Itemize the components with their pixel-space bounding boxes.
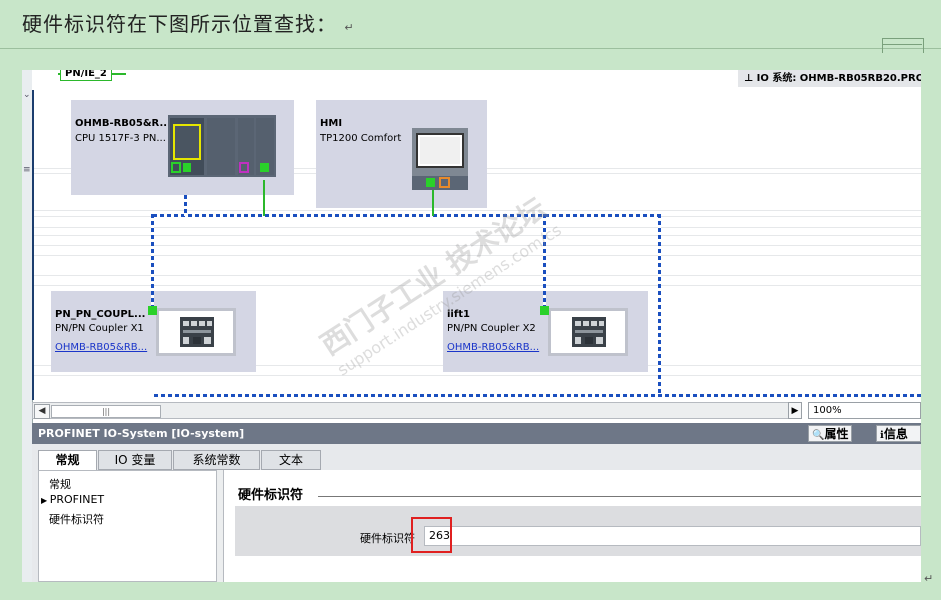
- inspector-nav: 常规 ▶ PROFINET 硬件标识符: [38, 470, 218, 582]
- document-frame-mark: [882, 38, 924, 53]
- paragraph-mark: ↵: [344, 21, 355, 34]
- grid-line: [32, 235, 921, 236]
- io-system-link[interactable]: OHMB-RB05&RB...: [55, 342, 147, 353]
- hardware-id-field[interactable]: 263: [424, 526, 921, 546]
- profinet-io-system-line[interactable]: [153, 214, 661, 217]
- ethernet-line-plc[interactable]: [263, 180, 265, 216]
- document-frame-mark-line: [882, 44, 922, 45]
- device-image-frame: [156, 308, 236, 356]
- tia-screenshot: ⌄ ≡ PN/IE_2 ⊥ IO 系统: OHMB-RB05RB20.PRO O…: [22, 70, 921, 582]
- grid-line: [32, 375, 921, 376]
- grid-line: [32, 210, 921, 211]
- subnet-label[interactable]: PN/IE_2: [60, 70, 112, 81]
- grid-line: [32, 285, 921, 286]
- tab-general[interactable]: 常规: [38, 450, 97, 471]
- profinet-drop-x2[interactable]: [543, 214, 546, 308]
- device-subtitle: CPU 1517F-3 PN...: [75, 133, 166, 144]
- scroll-thumb[interactable]: |||: [51, 405, 161, 418]
- paragraph-mark-end: ↵: [924, 572, 934, 585]
- profinet-io-system-line-bottom[interactable]: [154, 394, 921, 397]
- network-view-canvas[interactable]: PN/IE_2 ⊥ IO 系统: OHMB-RB05RB20.PRO OHMB-…: [32, 70, 921, 400]
- canvas-left-border: [32, 90, 34, 400]
- port-x1[interactable]: [148, 306, 157, 315]
- inspector-title: PROFINET IO-System [IO-system]: [32, 423, 921, 444]
- grid-line: [32, 245, 921, 246]
- io-system-link[interactable]: OHMB-RB05&RB...: [447, 342, 539, 353]
- section-divider: [318, 496, 921, 497]
- io-system-text: IO 系统: OHMB-RB05RB20.PRO: [756, 73, 921, 84]
- section-title: 硬件标识符: [238, 488, 304, 503]
- document-divider: [0, 48, 941, 49]
- device-name: OHMB-RB05&R...: [75, 118, 171, 129]
- collapse-arrow-icon[interactable]: ⌄: [23, 90, 31, 100]
- grid-line: [32, 255, 921, 256]
- properties-label: 属性: [824, 427, 849, 441]
- device-hmi[interactable]: HMI TP1200 Comfort: [316, 100, 487, 208]
- hardware-id-label: 硬件标识符: [360, 532, 415, 545]
- port-x2[interactable]: [540, 306, 549, 315]
- horizontal-scrollbar[interactable]: ◀ |||: [32, 402, 798, 419]
- scroll-left-arrow-icon[interactable]: ◀: [34, 404, 50, 419]
- device-subtitle: PN/PN Coupler X2: [447, 323, 536, 334]
- device-subtitle: PN/PN Coupler X1: [55, 323, 144, 334]
- highlight-box: [411, 517, 452, 553]
- properties-button[interactable]: 🔍属性: [808, 425, 853, 442]
- device-name: iift1: [447, 309, 470, 320]
- profinet-io-system-line-right[interactable]: [658, 214, 661, 395]
- nav-item-label: PROFINET: [49, 493, 105, 506]
- zoom-field[interactable]: 100%: [808, 402, 921, 419]
- device-name: HMI: [320, 118, 343, 129]
- nav-splitter[interactable]: [216, 470, 224, 582]
- device-subtitle: TP1200 Comfort: [320, 133, 402, 144]
- nav-item-profinet[interactable]: ▶ PROFINET: [41, 493, 104, 506]
- nav-item-general[interactable]: 常规: [49, 476, 71, 492]
- plc-rack-icon: [168, 115, 276, 177]
- scroll-right-arrow-icon[interactable]: ▶: [788, 402, 802, 419]
- profinet-drop-plc[interactable]: [184, 195, 187, 216]
- device-image-frame: [548, 308, 628, 356]
- tab-system-constants[interactable]: 系统常数: [173, 450, 260, 470]
- document-heading: 硬件标识符在下图所示位置查找： ↵: [22, 8, 355, 37]
- info-button[interactable]: ℹ信息: [876, 425, 921, 442]
- expand-arrow-icon[interactable]: ▶: [41, 496, 50, 505]
- io-system-header: ⊥ IO 系统: OHMB-RB05RB20.PRO: [738, 70, 921, 87]
- ethernet-line-hmi[interactable]: [432, 190, 434, 216]
- device-name: PN_PN_COUPL...: [55, 309, 146, 320]
- profinet-drop-x1[interactable]: [151, 214, 154, 308]
- coupler-module-icon: [180, 317, 214, 347]
- grid-line: [32, 275, 921, 276]
- grid-line: [32, 227, 921, 228]
- tab-texts[interactable]: 文本: [261, 450, 321, 470]
- device-plc[interactable]: OHMB-RB05&R... CPU 1517F-3 PN...: [71, 100, 294, 195]
- hmi-panel-icon: [412, 128, 468, 190]
- coupler-module-icon: [572, 317, 606, 347]
- properties-icon: 🔍: [812, 430, 825, 441]
- heading-text: 硬件标识符在下图所示位置查找：: [22, 12, 337, 36]
- grip-icon[interactable]: ≡: [23, 165, 31, 175]
- info-label: 信息: [883, 427, 908, 441]
- tab-io-tags[interactable]: IO 变量: [98, 450, 172, 470]
- nav-item-hardware-id[interactable]: 硬件标识符: [49, 511, 104, 527]
- pin-icon[interactable]: ⊥: [744, 73, 757, 84]
